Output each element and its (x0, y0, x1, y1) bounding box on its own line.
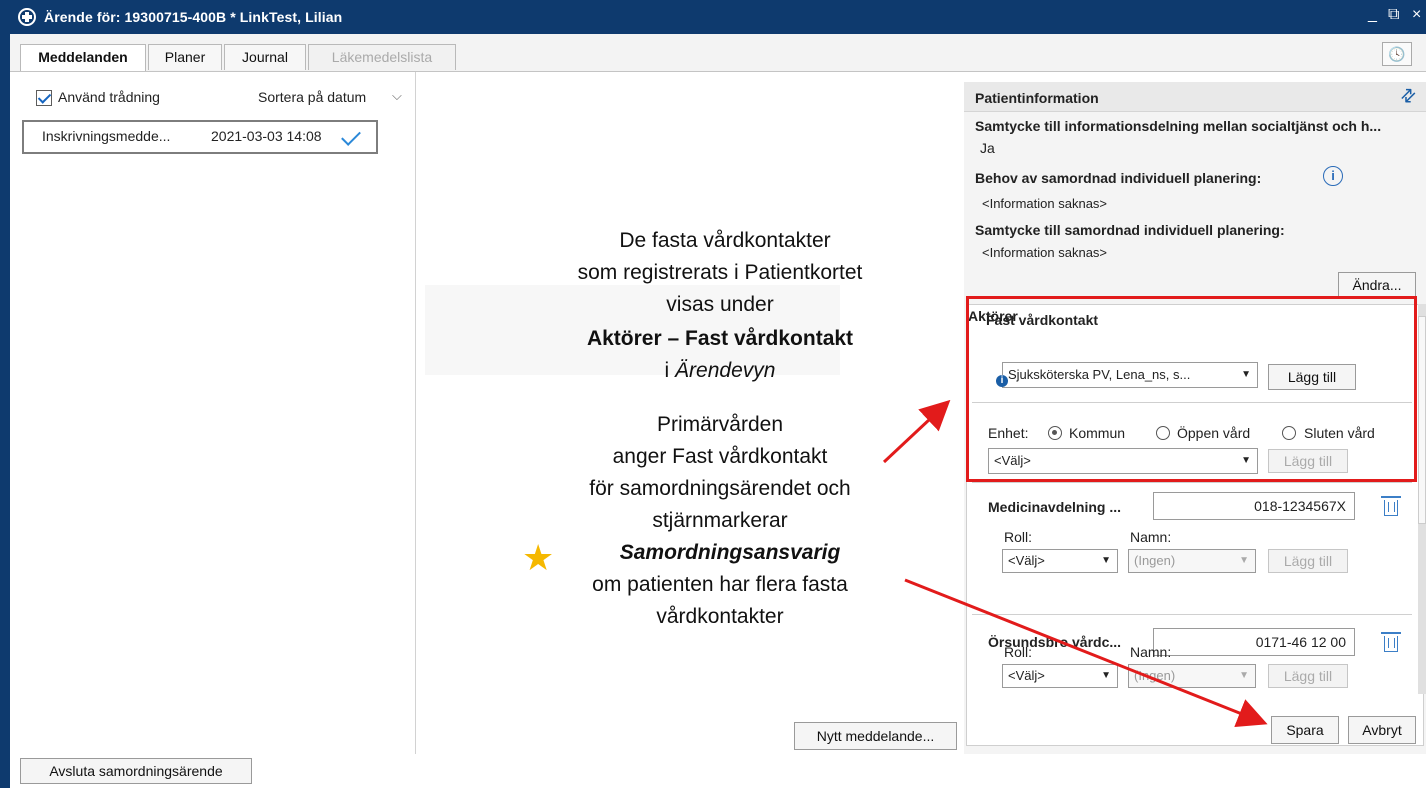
window-title: Ärende för: 19300715-400B * LinkTest, Li… (44, 9, 343, 25)
use-threading-checkbox[interactable] (36, 90, 52, 106)
consent-sip-label: Samtycke till samordnad individuell plan… (975, 222, 1285, 238)
dropdown-arrow-icon: ▼ (1101, 555, 1111, 566)
trash-icon[interactable] (1381, 496, 1401, 516)
annotation-line: De fasta vårdkontakter (619, 229, 831, 252)
actor-card-name: Medicinavdelning ... (988, 499, 1122, 515)
annotation-line: vårdkontakter (656, 605, 784, 628)
trash-icon[interactable] (1381, 632, 1401, 652)
use-threading-label: Använd trådning (58, 89, 160, 105)
highlight-box (966, 296, 1417, 482)
annotation-line: Primärvården (656, 413, 784, 436)
sort-dropdown[interactable]: Sortera på datum (258, 89, 366, 105)
role-select-value: <Välj> (1008, 668, 1045, 683)
info-icon[interactable]: i (1323, 166, 1343, 186)
new-message-button[interactable]: Nytt meddelande... (794, 722, 957, 750)
role-label: Roll: (1004, 529, 1033, 545)
dropdown-arrow-icon: ▼ (1239, 670, 1249, 681)
clock-icon: 🕓 (1388, 46, 1406, 62)
annotation-text: i (664, 359, 676, 382)
scrollbar-thumb[interactable] (1418, 316, 1426, 524)
actor-phone-field[interactable]: 0171-46 12 00 (1153, 628, 1355, 656)
chevron-down-icon[interactable]: ⌵ (392, 88, 402, 104)
cancel-button[interactable]: Avbryt (1348, 716, 1416, 744)
consent-sharing-label: Samtycke till informationsdelning mellan… (975, 118, 1382, 134)
minimize-button[interactable]: _ (1368, 6, 1377, 24)
annotation-line: Aktörer – Fast vårdkontakt (586, 327, 854, 350)
consent-sharing-value: Ja (980, 140, 995, 156)
message-date: 2021-03-03 14:08 (211, 128, 322, 144)
name-select: (Ingen) ▼ (1128, 664, 1256, 688)
message-title: Inskrivningsmedde... (42, 128, 171, 144)
annotation-italic: Ärendevyn (675, 359, 776, 382)
role-select[interactable]: <Välj> ▼ (1002, 549, 1118, 573)
app-cross-icon (18, 8, 36, 26)
role-select-value: <Välj> (1008, 553, 1045, 568)
name-select: (Ingen) ▼ (1128, 549, 1256, 573)
annotation-line: i Ärendevyn (490, 359, 950, 383)
close-case-button[interactable]: Avsluta samordningsärende (20, 758, 252, 784)
name-label: Namn: (1130, 644, 1172, 660)
consent-sip-value: <Information saknas> (982, 245, 1108, 260)
annotation-line: Samordningsansvarig (619, 541, 841, 564)
tab-meddelanden[interactable]: Meddelanden (20, 44, 146, 71)
history-button[interactable]: 🕓 (1382, 42, 1412, 66)
actor-add-button: Lägg till (1268, 549, 1348, 573)
window-frame-left (0, 34, 10, 788)
dropdown-arrow-icon: ▼ (1101, 670, 1111, 681)
name-label: Namn: (1130, 529, 1172, 545)
name-select-value: (Ingen) (1134, 553, 1176, 568)
save-button[interactable]: Spara (1271, 716, 1339, 744)
restore-button[interactable]: ⧉ (1388, 6, 1399, 24)
name-select-value: (Ingen) (1134, 668, 1176, 683)
role-label: Roll: (1004, 644, 1033, 660)
annotation-line: om patienten har flera fasta (592, 573, 848, 596)
patient-info-title: Patientinformation (975, 90, 1099, 106)
tab-lakemedelslista: Läkemedelslista (308, 44, 456, 70)
annotation-line: för samordningsärendet och (589, 477, 851, 500)
dropdown-arrow-icon: ▼ (1239, 555, 1249, 566)
window-title-bar: Ärende för: 19300715-400B * LinkTest, Li… (0, 0, 1426, 34)
need-sip-label: Behov av samordnad individuell planering… (975, 170, 1262, 186)
change-button[interactable]: Ändra... (1338, 272, 1416, 298)
actor-phone-field[interactable]: 018-1234567X (1153, 492, 1355, 520)
annotation-line: stjärnmarkerar (652, 509, 788, 532)
annotation-line: anger Fast vårdkontakt (612, 445, 828, 468)
need-sip-value: <Information saknas> (982, 196, 1108, 211)
tab-bar (10, 34, 1426, 72)
annotation-line: som registrerats i Patientkortet (577, 261, 863, 284)
close-button[interactable]: × (1412, 6, 1421, 24)
actor-add-button: Lägg till (1268, 664, 1348, 688)
annotation-line: visas under (666, 293, 774, 316)
tab-planer[interactable]: Planer (148, 44, 222, 70)
role-select[interactable]: <Välj> ▼ (1002, 664, 1118, 688)
message-list-panel (10, 72, 416, 754)
tab-journal[interactable]: Journal (224, 44, 306, 70)
